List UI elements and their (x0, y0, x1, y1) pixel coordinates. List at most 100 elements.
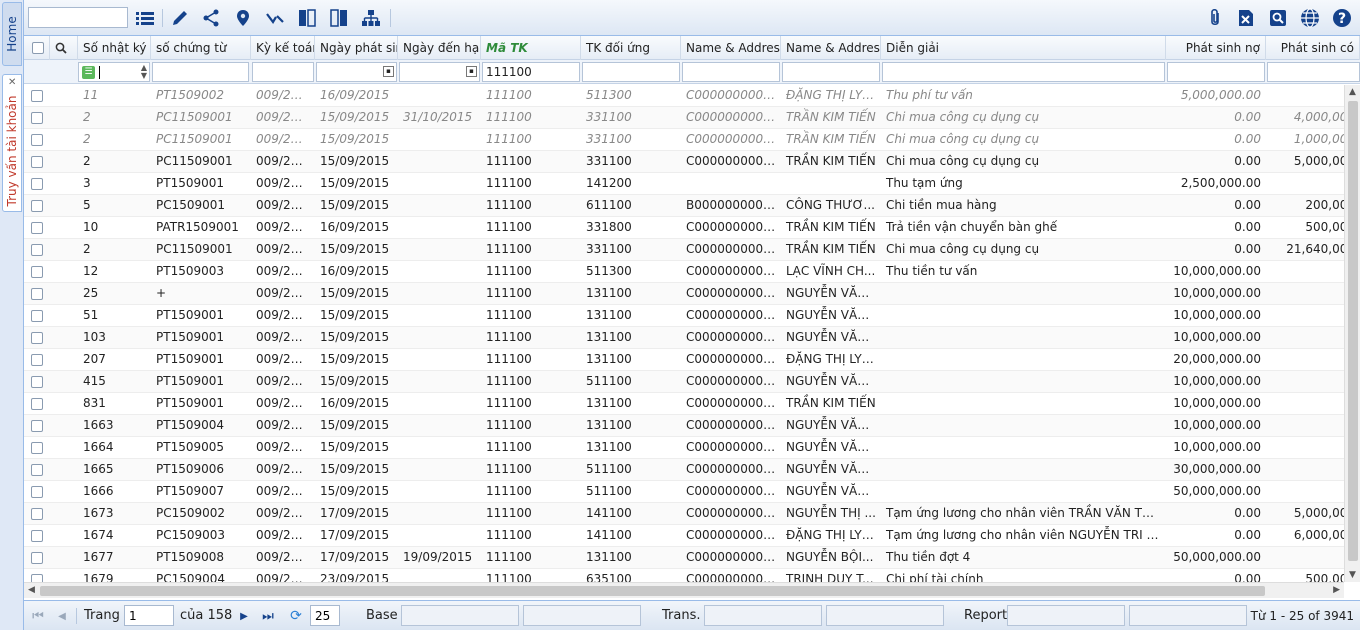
calendar-icon[interactable]: ▪ (466, 66, 477, 77)
location-button[interactable] (232, 7, 254, 29)
table-row[interactable]: 12 PT1509003 009/2015 16/09/2015 111100 51130… (24, 261, 1344, 283)
row-checkbox[interactable] (31, 574, 43, 582)
split-left-button[interactable] (296, 7, 318, 29)
row-checkbox[interactable] (31, 552, 43, 564)
filter-ma-tk[interactable]: 111100 (482, 62, 580, 82)
filter-so-chung-tu[interactable] (152, 62, 249, 82)
table-row[interactable]: 25 +009/2015 15/09/2015 111100 131100 C000000… (24, 283, 1344, 305)
column-header-so-chung-tu[interactable]: số chứng từ (151, 36, 251, 60)
column-header-tk-doi-ung[interactable]: TK đối ứng (581, 36, 681, 60)
table-row[interactable]: 2 PC11509001 009/2015 15/09/2015 111100 33110… (24, 239, 1344, 261)
table-row[interactable]: 5 PC1509001 009/2015 15/09/2015 111100 611100… (24, 195, 1344, 217)
spinner-icon[interactable]: ▲ ▼ (141, 64, 147, 80)
table-row[interactable]: 10 PATR1509001 009/2015 16/09/2015 111100 331… (24, 217, 1344, 239)
filter-ngay-phat-sinh[interactable]: ▪ (316, 62, 397, 82)
prev-page-button[interactable]: ◀ (54, 608, 70, 624)
help-button[interactable]: ? (1331, 7, 1353, 29)
search-input[interactable] (28, 7, 128, 28)
table-row[interactable]: 415 PT1509001 009/2015 15/09/2015 111100 5111… (24, 371, 1344, 393)
table-row[interactable]: 103 PT1509001 009/2015 15/09/2015 111100 1311… (24, 327, 1344, 349)
row-checkbox[interactable] (31, 222, 43, 234)
row-checkbox[interactable] (31, 508, 43, 520)
table-row[interactable]: 3 PT1509001 009/2015 15/09/2015 111100 141200… (24, 173, 1344, 195)
approve-button[interactable] (264, 7, 286, 29)
first-page-button[interactable]: ⏮ (30, 608, 46, 624)
filter-tk-doi-ung[interactable] (582, 62, 680, 82)
column-header-phat-sinh-no[interactable]: Phát sinh nợ (1166, 36, 1266, 60)
row-checkbox[interactable] (31, 310, 43, 322)
row-checkbox[interactable] (31, 112, 43, 124)
scroll-left-icon[interactable]: ◀ (28, 585, 35, 595)
filter-ky-ke-toan[interactable] (252, 62, 314, 82)
close-icon[interactable]: ✕ (8, 77, 16, 88)
filter-phat-sinh-co[interactable] (1267, 62, 1360, 82)
row-checkbox[interactable] (31, 464, 43, 476)
horizontal-scrollbar[interactable]: ◀ ▶ (24, 582, 1344, 598)
column-header-ngay-den-han[interactable]: Ngày đến hạn (398, 36, 481, 60)
language-button[interactable] (1299, 7, 1321, 29)
refresh-button[interactable]: ⟳ (288, 608, 304, 624)
table-row[interactable]: 2 PC11509001 009/2015 15/09/2015 111100 33110… (24, 151, 1344, 173)
row-checkbox[interactable] (31, 178, 43, 190)
filter-name-address-name[interactable] (782, 62, 880, 82)
filter-dien-giai[interactable] (882, 62, 1165, 82)
table-row[interactable]: 1664 PT1509005 009/2015 15/09/2015 111100 131… (24, 437, 1344, 459)
table-row[interactable]: 1663 PT1509004 009/2015 15/09/2015 111100 131… (24, 415, 1344, 437)
select-all-checkbox[interactable] (32, 42, 44, 54)
column-header-ky-ke-toan[interactable]: Kỳ kế toán (251, 36, 315, 60)
next-page-button[interactable]: ▶ (236, 608, 252, 624)
search-doc-button[interactable] (1267, 7, 1289, 29)
row-checkbox[interactable] (31, 420, 43, 432)
table-row[interactable]: 1666 PT1509007 009/2015 15/09/2015 111100 511… (24, 481, 1344, 503)
row-checkbox[interactable] (31, 90, 43, 102)
table-row[interactable]: 2 PC11509001 009/2015 15/09/2015 31/10/2015 1… (24, 107, 1344, 129)
share-button[interactable] (200, 7, 222, 29)
filter-operator-icon[interactable]: ☰ (82, 65, 95, 79)
column-header-name-address-name[interactable]: Name & Address (781, 36, 881, 60)
table-row[interactable]: 11 PT1509002 009/2015 16/09/2015 111100 51130… (24, 85, 1344, 107)
export-excel-button[interactable] (1235, 7, 1257, 29)
table-row[interactable]: 51 PT1509001 009/2015 15/09/2015 111100 13110… (24, 305, 1344, 327)
column-header-so-nhat-ky[interactable]: Số nhật ký (78, 36, 151, 60)
table-row[interactable]: 1674 PC1509003 009/2015 17/09/2015 111100 141… (24, 525, 1344, 547)
row-checkbox[interactable] (31, 134, 43, 146)
row-checkbox[interactable] (31, 156, 43, 168)
vertical-scrollbar[interactable]: ▲ ▼ (1344, 85, 1360, 582)
column-header-dien-giai[interactable]: Diễn giải (881, 36, 1166, 60)
column-header-ma-tk[interactable]: Mã TK (481, 36, 581, 60)
attach-button[interactable] (1204, 7, 1226, 29)
row-checkbox[interactable] (31, 486, 43, 498)
tab-truy-van-tai-khoan[interactable]: ✕ Truy vấn tài khoản (2, 74, 22, 212)
tab-home[interactable]: Home (2, 2, 22, 66)
row-checkbox[interactable] (31, 266, 43, 278)
list-view-button[interactable] (134, 7, 156, 29)
filter-phat-sinh-no[interactable] (1167, 62, 1265, 82)
page-number-input[interactable] (124, 605, 174, 626)
last-page-button[interactable]: ⏭ (260, 608, 276, 624)
column-header-phat-sinh-co[interactable]: Phát sinh có (1266, 36, 1360, 60)
calendar-icon[interactable]: ▪ (383, 66, 394, 77)
scroll-right-icon[interactable]: ▶ (1333, 585, 1340, 595)
scroll-up-icon[interactable]: ▲ (1349, 87, 1356, 97)
column-header-ngay-phat-sinh[interactable]: Ngày phát sin (315, 36, 398, 60)
filter-so-nhat-ky[interactable]: ☰ ▲ ▼ (78, 62, 150, 82)
row-checkbox[interactable] (31, 530, 43, 542)
table-row[interactable]: 1677 PT1509008 009/2015 17/09/2015 19/09/201… (24, 547, 1344, 569)
row-checkbox[interactable] (31, 332, 43, 344)
row-checkbox[interactable] (31, 442, 43, 454)
split-right-button[interactable] (328, 7, 350, 29)
filter-name-address-code[interactable] (682, 62, 780, 82)
row-checkbox[interactable] (31, 354, 43, 366)
table-row[interactable]: 207 PT1509001 009/2015 15/09/2015 111100 1311… (24, 349, 1344, 371)
vertical-scroll-thumb[interactable] (1348, 101, 1358, 561)
table-row[interactable]: 831 PT1509001 009/2015 16/09/2015 111100 1311… (24, 393, 1344, 415)
row-checkbox[interactable] (31, 288, 43, 300)
org-chart-button[interactable] (360, 7, 382, 29)
row-checkbox[interactable] (31, 244, 43, 256)
page-size-input[interactable] (310, 605, 340, 626)
search-column-header[interactable] (50, 36, 78, 60)
filter-ngay-den-han[interactable]: ▪ (399, 62, 480, 82)
table-row[interactable]: 1673 PC1509002 009/2015 17/09/2015 111100 141… (24, 503, 1344, 525)
edit-button[interactable] (169, 7, 191, 29)
horizontal-scroll-thumb[interactable] (40, 586, 1265, 596)
